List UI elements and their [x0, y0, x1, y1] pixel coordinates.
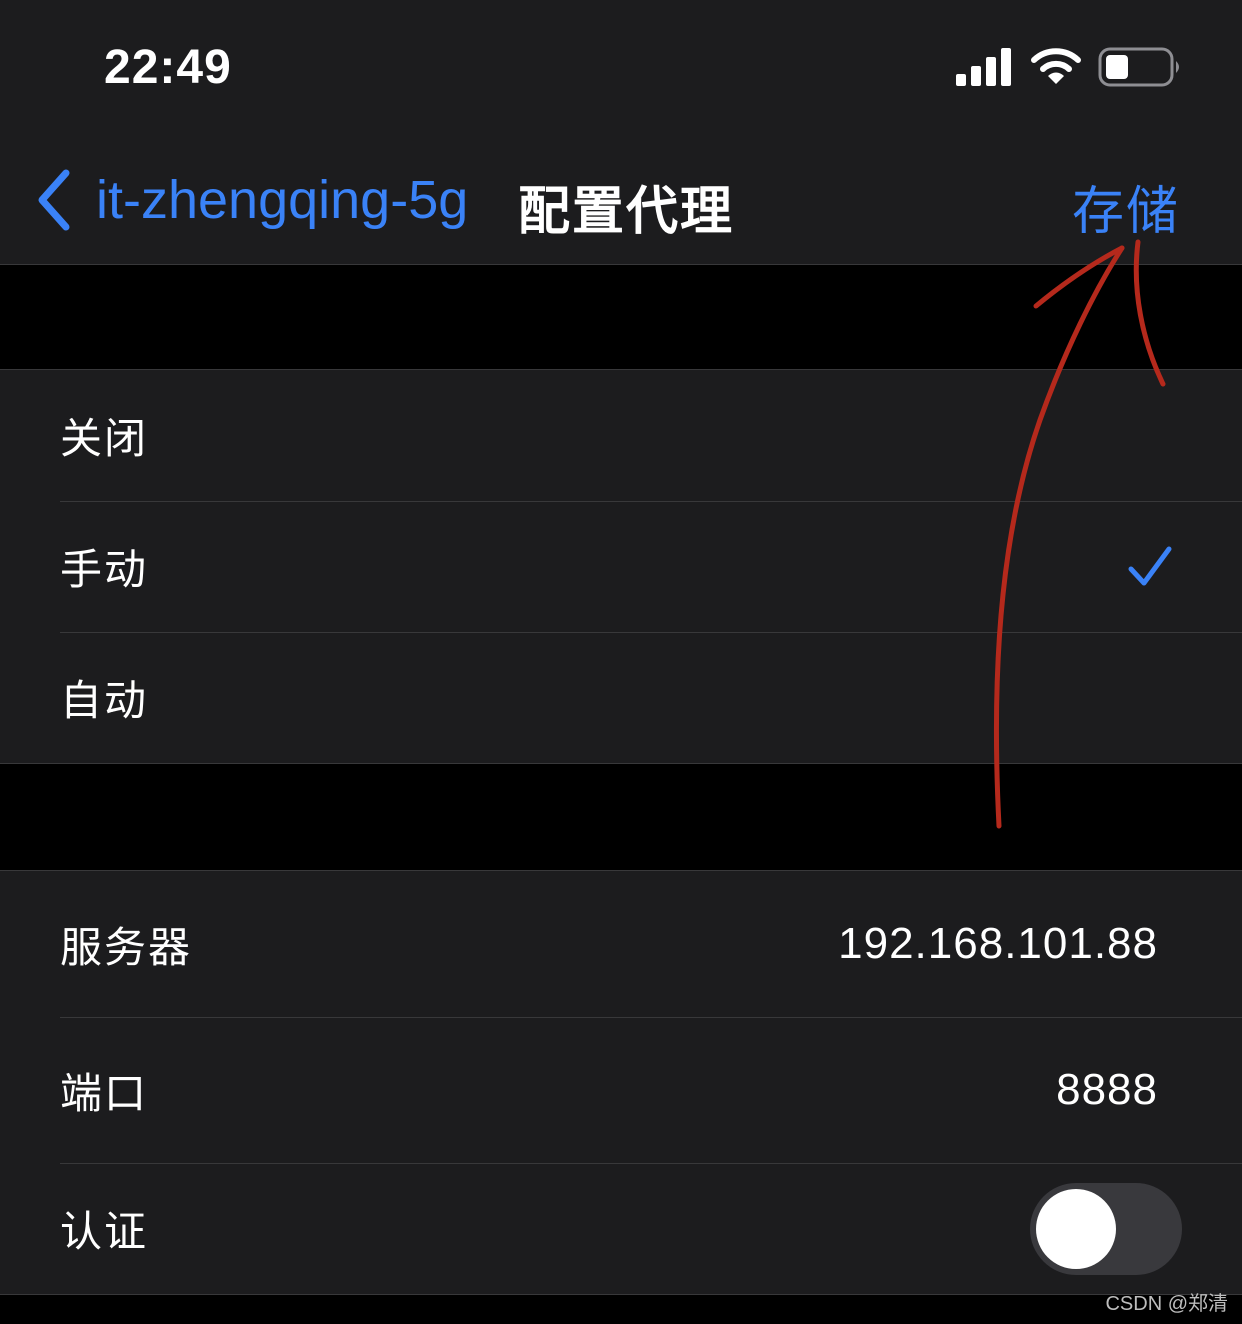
navigation-bar: it-zhengqing-5g 配置代理 存储 [0, 135, 1242, 265]
status-time: 22:49 [104, 41, 232, 94]
server-label: 服务器 [60, 922, 193, 972]
proxy-mode-auto-row[interactable]: 自动 [0, 632, 1242, 763]
auth-label: 认证 [60, 1207, 149, 1256]
save-button[interactable]: 存储 [1072, 169, 1180, 244]
port-label: 端口 [60, 1068, 149, 1118]
server-field[interactable]: 192.168.101.88 [838, 919, 1158, 969]
toggle-knob [1036, 1188, 1116, 1269]
port-row[interactable]: 端口 8888 [0, 1017, 1242, 1163]
port-field[interactable]: 8888 [1056, 1065, 1158, 1115]
status-bar: 22:49 [0, 0, 1242, 135]
proxy-mode-manual-row[interactable]: 手动 [0, 501, 1242, 632]
auth-toggle[interactable] [1030, 1182, 1182, 1275]
wifi-icon [1031, 48, 1081, 84]
proxy-mode-label: 自动 [60, 676, 149, 725]
proxy-mode-off-row[interactable]: 关闭 [0, 370, 1242, 501]
proxy-mode-group: 关闭 手动 自动 [0, 369, 1242, 764]
auth-row: 认证 [0, 1163, 1242, 1294]
back-label: it-zhengqing-5g [96, 170, 469, 230]
page-title: 配置代理 [518, 182, 735, 242]
chevron-left-icon [38, 169, 70, 231]
watermark: CSDN @郑清 [1105, 1293, 1228, 1315]
server-row[interactable]: 服务器 192.168.101.88 [0, 871, 1242, 1017]
battery-icon [1098, 47, 1179, 87]
manual-settings-group: 服务器 192.168.101.88 端口 8888 认证 [0, 870, 1242, 1295]
back-button[interactable]: it-zhengqing-5g [36, 165, 468, 235]
proxy-mode-label: 手动 [60, 545, 149, 594]
signal-bars-icon [956, 48, 1011, 86]
proxy-mode-label: 关闭 [60, 414, 149, 463]
checkmark-icon [1128, 546, 1172, 585]
